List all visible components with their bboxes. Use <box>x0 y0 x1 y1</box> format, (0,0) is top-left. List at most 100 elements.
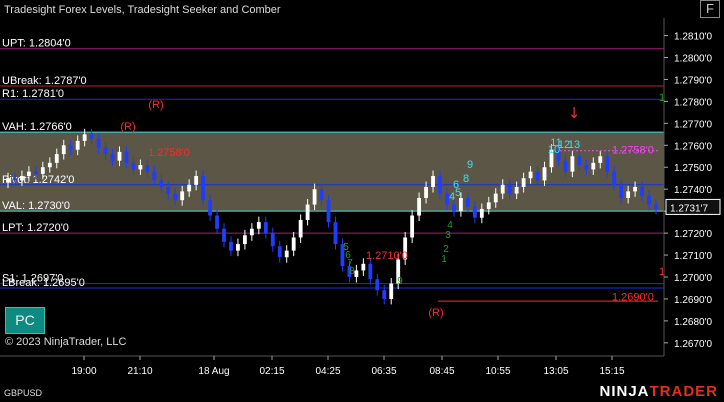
down-arrow-icon: ↓ <box>568 104 581 122</box>
candle-body <box>382 290 387 299</box>
candle-body <box>458 197 463 212</box>
price-tick-label: 1.2690'0 <box>674 295 712 306</box>
time-tick-label: 21:10 <box>127 366 152 377</box>
candle-body <box>424 187 428 198</box>
candle-body <box>263 222 268 234</box>
annotation-label: 1.2710'0 <box>366 250 408 262</box>
candle-body <box>270 233 275 247</box>
time-tick-label: 19:00 <box>71 366 96 377</box>
price-tick-label: 1.2790'0 <box>674 75 712 86</box>
brand-logo: NINJATRADER <box>599 383 718 400</box>
seq-count-cyan: 5 <box>455 187 461 199</box>
candle-body <box>96 138 101 148</box>
annotation-label: 1.2758'0 <box>148 147 190 159</box>
candle-body <box>389 283 394 299</box>
last-price-label: 1.2731'7 <box>670 203 708 214</box>
seq-count-green: 8 <box>349 266 355 277</box>
price-tick-label: 1.2670'0 <box>674 339 712 350</box>
time-tick-label: 10:55 <box>485 366 510 377</box>
price-tick-label: 1.2760'0 <box>674 141 712 152</box>
candle-body <box>256 222 261 229</box>
candle-body <box>291 237 296 251</box>
candle-body <box>145 165 150 172</box>
candle-body <box>500 184 505 194</box>
seq-count-green: 2 <box>443 244 449 255</box>
level-label-ubreak: UBreak: 1.2787'0 <box>2 75 87 87</box>
annotation-label: (R) <box>148 99 163 111</box>
annotation-label: (R) <box>428 307 443 319</box>
candle-body <box>493 193 498 203</box>
candle-body <box>312 189 317 205</box>
level-label-lbreak: LBreak: 1.2695'0 <box>2 277 85 289</box>
candle-body <box>68 145 73 150</box>
level-label-r1: R1: 1.2781'0 <box>2 88 64 100</box>
f-button[interactable]: F <box>700 0 720 18</box>
candle-body <box>521 178 526 187</box>
candle-body <box>584 165 589 170</box>
candle-body <box>563 160 568 172</box>
candle-body <box>612 171 617 185</box>
candle-body <box>103 147 108 155</box>
level-label-upt: UPT: 1.2804'0 <box>2 38 71 50</box>
level-label-vah: VAH: 1.2766'0 <box>2 121 72 133</box>
candle-body <box>452 204 456 212</box>
annotation-label: (R) <box>120 121 135 133</box>
candle-body <box>75 140 80 150</box>
time-tick-label: 08:45 <box>429 366 454 377</box>
candle-body <box>229 241 233 251</box>
price-tick-label: 1.2700'0 <box>674 273 712 284</box>
candle-body <box>13 178 17 181</box>
price-tick-label: 1.2810'0 <box>674 32 712 43</box>
seq-count-green: 9 <box>397 276 403 287</box>
candle-body <box>6 178 10 183</box>
candle-body <box>535 171 540 181</box>
candle-body <box>249 228 254 236</box>
price-tick-label: 1.2680'0 <box>674 317 712 328</box>
candle-body <box>640 187 644 196</box>
candle-body <box>591 162 596 170</box>
candle-body <box>236 244 240 251</box>
copyright-text: © 2023 NinjaTrader, LLC <box>5 336 127 348</box>
candle-body <box>326 200 331 223</box>
candle-body <box>354 270 359 277</box>
candle-body <box>40 167 45 174</box>
candle-body <box>131 162 136 170</box>
price-tick-label: 1.2740'0 <box>674 185 712 196</box>
candle-body <box>298 219 303 238</box>
candle-body <box>61 145 66 155</box>
annotation-label: 1.2690'0 <box>612 292 654 304</box>
candle-body <box>173 193 178 201</box>
price-tick-label: 1.2800'0 <box>674 54 712 65</box>
candle-body <box>654 204 658 209</box>
candle-body <box>194 176 199 185</box>
seq-count-cyan: 13 <box>568 139 580 151</box>
candle-body <box>577 156 582 166</box>
candle-body <box>333 222 338 245</box>
time-tick-label: 04:25 <box>315 366 340 377</box>
candle-body <box>542 167 547 181</box>
candle-body <box>208 200 212 216</box>
candle-body <box>110 154 115 161</box>
price-tick-label: 1.2710'0 <box>674 251 712 262</box>
seq-count-cyan: 9 <box>467 159 473 171</box>
chart-title: Tradesight Forex Levels, Tradesight Seek… <box>4 4 281 16</box>
candle-body <box>361 263 366 271</box>
candle-body <box>486 202 491 209</box>
candle-body <box>20 176 24 181</box>
seq-count-cyan: 8 <box>463 173 469 185</box>
candle-body <box>54 154 59 163</box>
candle-body <box>570 156 575 172</box>
candle-body <box>117 151 122 161</box>
price-tick-label: 1.2720'0 <box>674 229 712 240</box>
candle-body <box>368 263 373 280</box>
candle-body <box>166 187 171 194</box>
candle-body <box>465 197 470 207</box>
candle-body <box>284 250 289 258</box>
pc-button[interactable]: PC <box>5 307 45 334</box>
time-tick-label: 15:15 <box>599 366 624 377</box>
seq-count-cyan: 4 <box>449 191 455 203</box>
candle-body <box>507 184 512 194</box>
candle-body <box>598 156 603 163</box>
price-tick-label: 1.2780'0 <box>674 97 712 108</box>
candle-body <box>472 206 477 218</box>
